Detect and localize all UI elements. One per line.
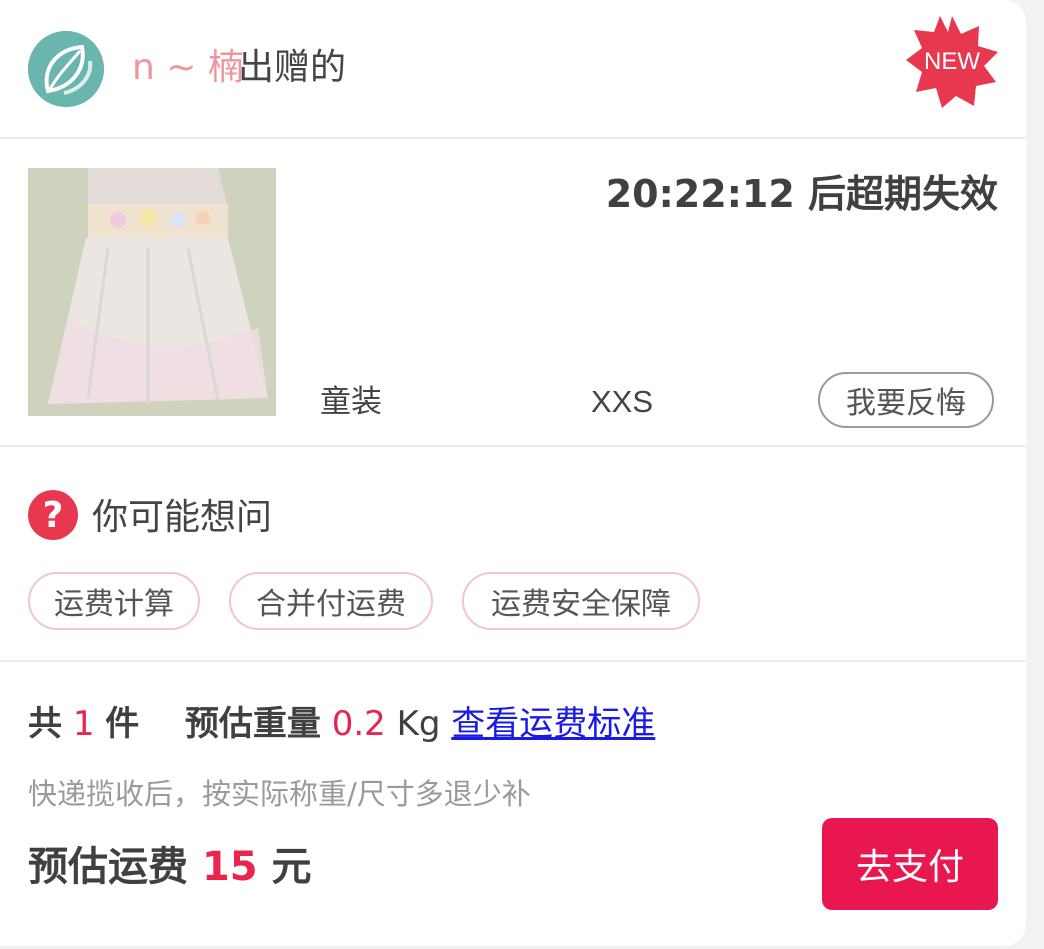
dress-photo: [28, 168, 276, 416]
fee-unit: 元: [271, 844, 312, 890]
product-category: 童装: [320, 384, 382, 420]
divider: [0, 445, 1026, 447]
shipping-summary: 共 1 件 预估重量 0.2 Kg 查看运费标准: [28, 700, 655, 748]
shipping-standard-link[interactable]: 查看运费标准: [451, 704, 655, 744]
product-size: XXS: [591, 384, 654, 419]
new-badge-label: NEW: [924, 48, 980, 75]
gift-label: 出赠的: [238, 47, 347, 88]
question-icon: ?: [28, 490, 78, 540]
new-badge: NEW: [906, 16, 998, 108]
pay-button[interactable]: 去支付: [822, 818, 998, 910]
gift-order-card: n ~ 楠 出赠的 NEW 20:22:12 后超期失效 童装 XXS 我要反悔…: [0, 0, 1026, 946]
avatar[interactable]: [28, 31, 104, 107]
fee-value: 15: [201, 844, 258, 890]
shipping-note: 快递揽收后，按实际称重/尺寸多退少补: [28, 777, 531, 811]
weight-value: 0.2: [331, 704, 386, 744]
fee-label: 预估运费: [28, 844, 188, 890]
weight-unit: Kg: [396, 704, 441, 744]
item-count: 1: [72, 704, 95, 744]
item-count-unit: 件: [105, 704, 140, 744]
faq-chip-shipping-calc[interactable]: 运费计算: [28, 572, 200, 630]
leaf-logo-icon: [28, 31, 104, 107]
total-prefix: 共: [28, 704, 62, 744]
estimated-fee: 预估运费 15 元: [28, 840, 312, 894]
regret-button[interactable]: 我要反悔: [818, 372, 994, 428]
faq-title: 你可能想问: [92, 497, 273, 538]
weight-label: 预估重量: [184, 704, 321, 744]
divider: [0, 660, 1026, 662]
expiry-countdown: 20:22:12 后超期失效: [605, 172, 998, 216]
product-image[interactable]: [28, 168, 276, 416]
divider: [0, 137, 1026, 139]
faq-chip-shipping-guarantee[interactable]: 运费安全保障: [462, 572, 700, 630]
username[interactable]: n ~ 楠: [132, 44, 244, 92]
faq-chip-combined-shipping[interactable]: 合并付运费: [229, 572, 433, 630]
